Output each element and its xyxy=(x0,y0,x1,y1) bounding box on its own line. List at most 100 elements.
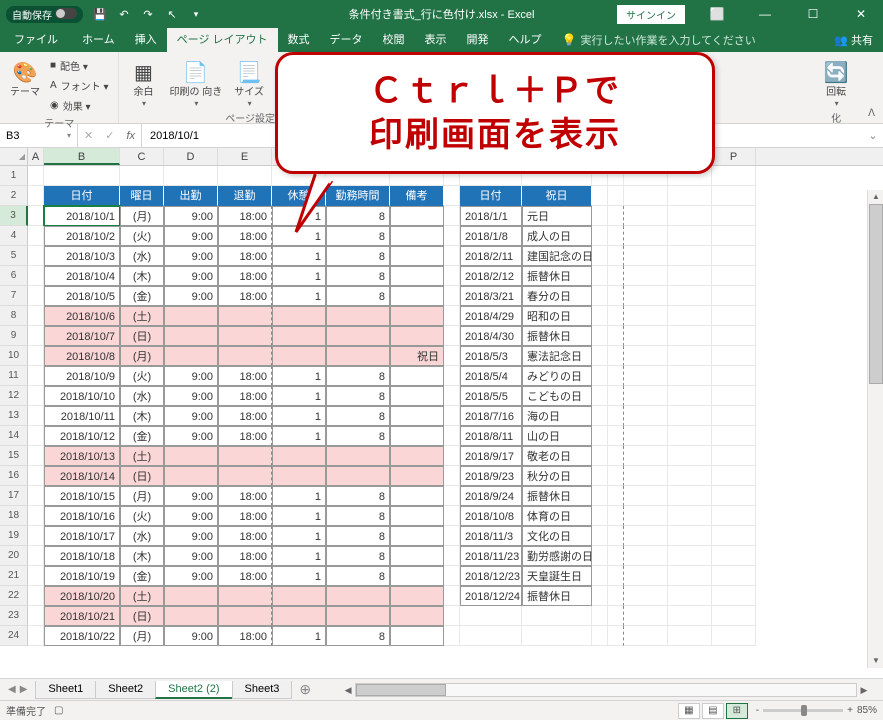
sheet-tab[interactable]: Sheet2 (2) xyxy=(155,681,232,699)
name-box[interactable]: B3▾ xyxy=(0,124,78,147)
cell-out[interactable]: 18:00 xyxy=(218,626,272,646)
cell-break[interactable] xyxy=(272,326,326,346)
cell[interactable] xyxy=(28,386,44,406)
sheet-tab[interactable]: Sheet2 xyxy=(95,681,156,699)
cell-out[interactable]: 18:00 xyxy=(218,246,272,266)
cell[interactable] xyxy=(668,546,712,566)
cell[interactable] xyxy=(28,626,44,646)
cell-date[interactable]: 2018/10/9 xyxy=(44,366,120,386)
cell[interactable] xyxy=(608,186,624,206)
cell[interactable] xyxy=(608,246,624,266)
cell-hours[interactable]: 8 xyxy=(326,506,390,526)
cell-weekday[interactable]: (火) xyxy=(120,226,164,246)
cell[interactable] xyxy=(668,226,712,246)
cell-break[interactable]: 1 xyxy=(272,366,326,386)
cell-hours[interactable] xyxy=(326,466,390,486)
zoom-out-icon[interactable]: - xyxy=(756,705,759,716)
cell-in[interactable]: 9:00 xyxy=(164,486,218,506)
cell[interactable] xyxy=(592,446,608,466)
cell-hours[interactable]: 8 xyxy=(326,266,390,286)
cell[interactable] xyxy=(608,446,624,466)
redo-icon[interactable]: ↷ xyxy=(137,3,159,25)
cell-hours[interactable] xyxy=(326,346,390,366)
vertical-scrollbar[interactable]: ▲ ▼ xyxy=(867,190,883,668)
col-header-C[interactable]: C xyxy=(120,148,164,165)
holiday-date[interactable]: 2018/4/29 xyxy=(460,306,522,326)
cell[interactable] xyxy=(712,266,756,286)
holiday-name[interactable]: 文化の日 xyxy=(522,526,592,546)
tab-formulas[interactable]: 数式 xyxy=(278,27,320,52)
cell[interactable] xyxy=(608,526,624,546)
fonts-button[interactable]: A フォント ▾ xyxy=(48,76,112,95)
cell[interactable] xyxy=(444,366,460,386)
cell-weekday[interactable]: (月) xyxy=(120,626,164,646)
cell[interactable] xyxy=(608,406,624,426)
cell-out[interactable]: 18:00 xyxy=(218,526,272,546)
cell[interactable] xyxy=(712,546,756,566)
cell[interactable] xyxy=(712,226,756,246)
cell[interactable] xyxy=(624,306,668,326)
cell[interactable] xyxy=(624,386,668,406)
cell-hours[interactable]: 8 xyxy=(326,566,390,586)
cell[interactable] xyxy=(592,586,608,606)
rotate-button[interactable]: 🔄回転▾ xyxy=(818,56,854,110)
cell-date[interactable]: 2018/10/18 xyxy=(44,546,120,566)
cell-break[interactable]: 1 xyxy=(272,526,326,546)
cell-date[interactable]: 2018/10/7 xyxy=(44,326,120,346)
sheet-nav-next-icon[interactable]: ▶ xyxy=(20,684,28,695)
cell[interactable] xyxy=(712,386,756,406)
cell-date[interactable]: 2018/10/2 xyxy=(44,226,120,246)
cancel-formula-icon[interactable]: ✕ xyxy=(78,129,99,142)
holiday-date[interactable]: 2018/9/24 xyxy=(460,486,522,506)
cell[interactable] xyxy=(624,466,668,486)
share-button[interactable]: 👥共有 xyxy=(824,28,883,52)
cell-note[interactable] xyxy=(390,506,444,526)
cell[interactable] xyxy=(624,366,668,386)
cell[interactable] xyxy=(592,526,608,546)
row-header[interactable]: 15 xyxy=(0,446,28,466)
cell[interactable] xyxy=(712,426,756,446)
expand-formula-icon[interactable]: ⌄ xyxy=(863,129,883,142)
cell[interactable] xyxy=(624,266,668,286)
cell[interactable] xyxy=(712,446,756,466)
cell[interactable] xyxy=(712,606,756,626)
holiday-name[interactable]: 天皇誕生日 xyxy=(522,566,592,586)
cell-in[interactable] xyxy=(164,326,218,346)
row-header[interactable]: 3 xyxy=(0,206,28,226)
colors-button[interactable]: ■ 配色 ▾ xyxy=(48,56,112,75)
cell[interactable] xyxy=(28,526,44,546)
row-header[interactable]: 23 xyxy=(0,606,28,626)
margins-button[interactable]: ▦余白▾ xyxy=(125,56,161,110)
cell-break[interactable]: 1 xyxy=(272,486,326,506)
cell[interactable] xyxy=(712,326,756,346)
cell-in[interactable] xyxy=(164,606,218,626)
cell-out[interactable] xyxy=(218,306,272,326)
zoom-level[interactable]: 85% xyxy=(857,705,877,716)
cell-hours[interactable]: 8 xyxy=(326,406,390,426)
row-header[interactable]: 9 xyxy=(0,326,28,346)
holiday-date[interactable]: 2018/4/30 xyxy=(460,326,522,346)
cell-hours[interactable] xyxy=(326,306,390,326)
cell[interactable] xyxy=(28,546,44,566)
scroll-right-icon[interactable]: ▶ xyxy=(857,684,871,696)
cell-weekday[interactable]: (水) xyxy=(120,246,164,266)
cell[interactable] xyxy=(444,206,460,226)
fx-icon[interactable]: fx xyxy=(120,130,141,142)
holiday-name[interactable]: 振替休日 xyxy=(522,266,592,286)
cell-in[interactable]: 9:00 xyxy=(164,426,218,446)
cell[interactable] xyxy=(608,346,624,366)
cell-date[interactable]: 2018/10/17 xyxy=(44,526,120,546)
minimize-icon[interactable]: — xyxy=(743,0,787,28)
cell-out[interactable] xyxy=(218,606,272,626)
cell[interactable] xyxy=(592,186,608,206)
maximize-icon[interactable]: ☐ xyxy=(791,0,835,28)
cell-date[interactable]: 2018/10/1 xyxy=(44,206,120,226)
holiday-name[interactable]: みどりの日 xyxy=(522,366,592,386)
cell-note[interactable] xyxy=(390,266,444,286)
cell[interactable] xyxy=(712,506,756,526)
collapse-ribbon-icon[interactable]: ᐱ xyxy=(860,104,883,123)
cell-weekday[interactable]: (金) xyxy=(120,286,164,306)
cell[interactable] xyxy=(608,206,624,226)
cell[interactable] xyxy=(28,166,44,186)
row-header[interactable]: 5 xyxy=(0,246,28,266)
